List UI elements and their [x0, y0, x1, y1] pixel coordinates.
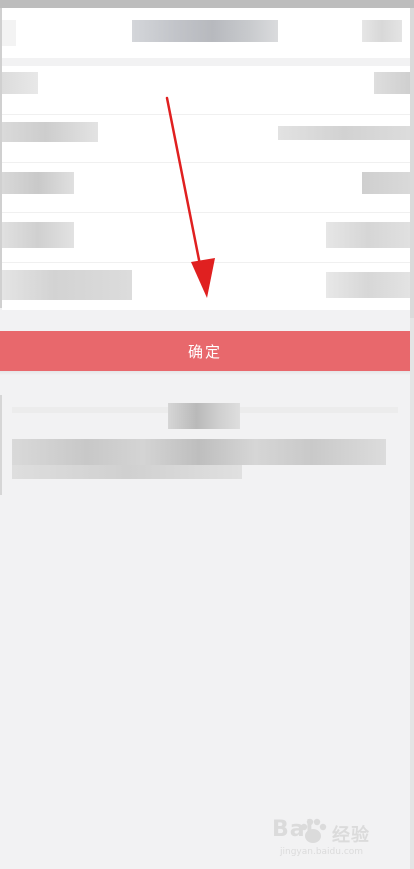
watermark: Bai 经验 jingyan.baidu.com	[252, 815, 392, 861]
row-value	[374, 72, 410, 94]
row-label	[2, 172, 74, 194]
back-button[interactable]	[2, 20, 16, 46]
divider	[2, 212, 410, 213]
row-value	[278, 126, 410, 140]
notice-section	[0, 395, 410, 505]
row-label	[2, 222, 74, 248]
row-label	[2, 72, 38, 94]
button-shadow	[0, 371, 410, 375]
row-value	[326, 222, 410, 248]
watermark-brand-suffix: 经验	[332, 825, 370, 846]
divider	[2, 262, 410, 263]
more-button[interactable]	[362, 20, 402, 42]
divider	[2, 162, 410, 163]
divider	[2, 114, 410, 115]
notice-text-line	[12, 465, 242, 479]
watermark-brand: Bai	[272, 817, 315, 842]
row-value	[326, 272, 410, 298]
frame-edge-right-lower	[410, 318, 414, 869]
confirm-button[interactable]: 确定	[0, 331, 410, 371]
row-value	[362, 172, 410, 194]
row-label	[2, 122, 98, 142]
watermark-url: jingyan.baidu.com	[280, 847, 364, 857]
app-screen: 确定 Bai 经验 jingyan.baidu.com	[0, 0, 414, 869]
notice-title	[168, 403, 240, 429]
row-label	[2, 270, 132, 300]
status-bar	[0, 0, 414, 8]
frame-edge-right	[410, 8, 414, 318]
notice-text-line	[12, 439, 386, 465]
info-panel	[2, 66, 410, 310]
header	[2, 8, 410, 58]
page-title	[132, 20, 278, 42]
notice-left-bar	[0, 395, 2, 495]
